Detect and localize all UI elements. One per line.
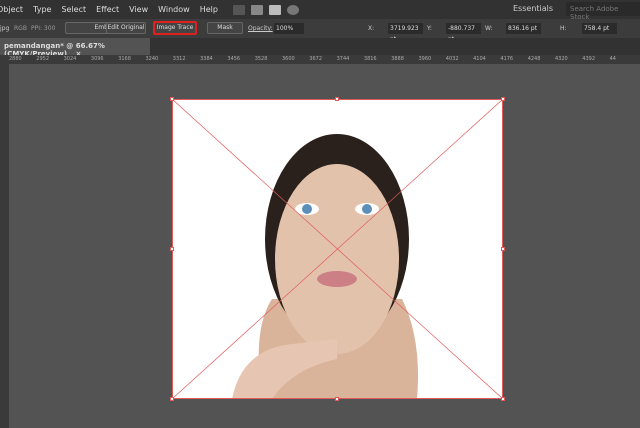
w-input[interactable]: 836.16 pt xyxy=(506,23,541,34)
h-input[interactable]: 758.4 pt xyxy=(582,23,617,34)
ruler-tick-label: 3744 xyxy=(336,56,350,62)
ruler-tick-label: 4104 xyxy=(473,56,486,62)
resize-handle[interactable] xyxy=(170,397,174,401)
ruler-tick-label: 3816 xyxy=(363,56,377,62)
gpu-performance-icon[interactable] xyxy=(286,4,299,15)
opacity-input[interactable]: 100% xyxy=(274,23,304,34)
ruler-tick-label: 3168 xyxy=(118,56,131,62)
document-tab[interactable]: pemandangan* @ 66.67% (CMYK/Preview) × xyxy=(0,38,150,58)
arrange-documents-icon[interactable] xyxy=(268,4,281,15)
search-adobe-stock-input[interactable]: Search Adobe Stock xyxy=(566,2,640,21)
w-label: W: xyxy=(485,25,493,32)
y-input[interactable]: -880.737 pt xyxy=(446,23,481,43)
ruler-tick-label: 2880 xyxy=(9,56,22,62)
menu-view[interactable]: View xyxy=(124,5,153,14)
resize-handle[interactable] xyxy=(335,397,339,401)
menu-window[interactable]: Window xyxy=(153,5,195,14)
ruler-tick-label: 3888 xyxy=(391,56,404,62)
ruler-tick-label: 4176 xyxy=(500,56,514,62)
ruler-tick-label: 3528 xyxy=(254,56,268,62)
horizontal-ruler[interactable]: 2880 2952 3024 3096 3168 3240 3312 3384 3456 3528… xyxy=(0,55,640,64)
menu-select[interactable]: Select xyxy=(56,5,91,14)
stock-icon[interactable] xyxy=(250,4,263,15)
h-label: H: xyxy=(560,25,567,32)
bridge-icon[interactable] xyxy=(232,4,245,15)
ruler-tick-label: 3024 xyxy=(63,56,77,62)
ruler-tick-label: 3960 xyxy=(418,56,432,62)
ruler-tick-label: 2952 xyxy=(36,56,50,62)
menu-effect[interactable]: Effect xyxy=(91,5,124,14)
menu-object[interactable]: Object xyxy=(0,5,28,14)
ppi: PPI: 300 xyxy=(31,25,56,32)
ruler-tick-label: 4032 xyxy=(445,56,459,62)
ruler-tick-label: 3456 xyxy=(227,56,241,62)
x-input[interactable]: 3719.923 pt xyxy=(388,23,423,43)
menu-type[interactable]: Type xyxy=(28,5,56,14)
file-type: jpg xyxy=(0,25,10,32)
ruler-tick-label: 3384 xyxy=(200,56,213,62)
resize-handle[interactable] xyxy=(501,97,505,101)
image-trace-button[interactable]: Image Trace xyxy=(153,21,197,35)
ruler-tick-label: 3096 xyxy=(90,56,104,62)
resize-handle[interactable] xyxy=(501,397,505,401)
workspace-switcher[interactable]: Essentials xyxy=(513,4,553,13)
color-mode: RGB xyxy=(14,25,27,32)
ruler-tick-label: 44 xyxy=(609,56,616,62)
ruler-tick-label: 3240 xyxy=(145,56,159,62)
resize-handle[interactable] xyxy=(170,97,174,101)
menu-bar: Object Type Select Effect View Window He… xyxy=(0,0,640,21)
y-label: Y: xyxy=(427,25,432,32)
resize-handle[interactable] xyxy=(501,247,505,251)
document-tab-bar: pemandangan* @ 66.67% (CMYK/Preview) × xyxy=(0,38,640,58)
menu-help[interactable]: Help xyxy=(195,5,223,14)
x-label: X: xyxy=(368,25,375,32)
vertical-ruler[interactable] xyxy=(0,64,9,428)
ruler-tick-label: 4320 xyxy=(555,56,568,62)
ruler-tick-label: 3312 xyxy=(172,56,186,62)
ruler-tick-label: 4248 xyxy=(527,56,541,62)
edit-original-button[interactable]: Edit Original xyxy=(106,22,146,34)
resize-handle[interactable] xyxy=(170,247,174,251)
resize-handle[interactable] xyxy=(335,97,339,101)
ruler-tick-label: 3672 xyxy=(309,56,323,62)
selection-bounding-box xyxy=(172,99,503,399)
ruler-tick-label: 3600 xyxy=(282,56,295,62)
mask-button[interactable]: Mask xyxy=(207,22,243,34)
opacity-label: Opacity: xyxy=(248,25,273,32)
ruler-tick-label: 4392 xyxy=(582,56,596,62)
